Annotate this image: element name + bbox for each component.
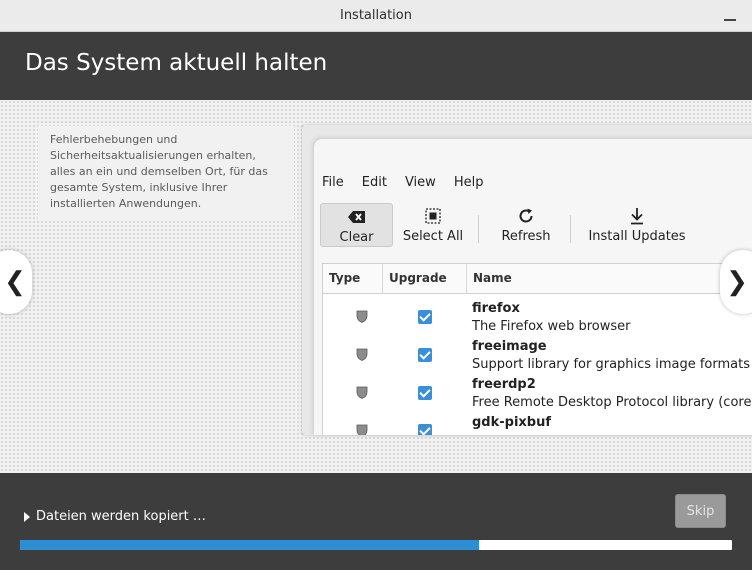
- installer-footer: Dateien werden kopiert … Skip: [0, 473, 752, 570]
- upgrade-checkbox: [418, 348, 432, 362]
- clear-button: Clear: [320, 203, 393, 247]
- menu-edit: Edit: [361, 175, 387, 190]
- table-row: firefox The Firefox web browser: [323, 296, 752, 334]
- download-icon: [629, 207, 645, 225]
- minimize-button[interactable]: [722, 7, 738, 23]
- menu-file: File: [322, 175, 344, 190]
- menu-view: View: [404, 175, 436, 190]
- package-name: gdk-pixbuf: [472, 415, 552, 430]
- shield-icon: [356, 310, 368, 323]
- refresh-icon: [517, 207, 535, 225]
- toolbar: Clear Select All Refresh Install Updates: [314, 203, 752, 249]
- table-row: freeimage Support library for graphics i…: [323, 334, 752, 372]
- chevron-left-icon: ❮: [4, 267, 26, 297]
- skip-button[interactable]: Skip: [675, 494, 726, 528]
- shield-icon: [356, 348, 368, 361]
- column-upgrade: Upgrade: [383, 264, 467, 294]
- menu-bar: File Edit View Help: [314, 175, 493, 195]
- column-name: Name: [473, 271, 512, 285]
- shield-icon: [356, 424, 368, 435]
- clear-label: Clear: [339, 230, 374, 245]
- slide-description: Fehlerbehebungen und Sicherheitsaktualis…: [38, 126, 294, 220]
- package-name: freeimage: [472, 339, 547, 354]
- package-description: Support library for graphics image forma…: [472, 357, 752, 372]
- refresh-button: Refresh: [491, 203, 561, 247]
- menu-help: Help: [453, 175, 484, 190]
- update-manager-window: File Edit View Help Clear Select All Ref…: [314, 139, 752, 435]
- toolbar-separator: [570, 215, 571, 243]
- upgrade-checkbox: [418, 424, 432, 435]
- status-expander[interactable]: Dateien werden kopiert …: [24, 509, 206, 524]
- install-updates-label: Install Updates: [588, 229, 686, 244]
- package-name: firefox: [472, 301, 520, 316]
- table-row: freerdp2 Free Remote Desktop Protocol li…: [323, 372, 752, 410]
- refresh-label: Refresh: [501, 229, 551, 244]
- table-header: Type Upgrade Name: [323, 264, 752, 294]
- upgrade-checkbox: [418, 386, 432, 400]
- progress-fill: [20, 540, 480, 550]
- page-header: Das System aktuell halten: [0, 32, 752, 100]
- column-type: Type: [323, 264, 383, 294]
- title-bar: Installation: [0, 0, 752, 32]
- backspace-icon: [347, 208, 366, 226]
- package-description: The Firefox web browser: [472, 319, 631, 334]
- page-title: Das System aktuell halten: [25, 50, 328, 76]
- shield-icon: [356, 386, 368, 399]
- chevron-right-icon: ❯: [726, 267, 748, 297]
- package-name: freerdp2: [472, 377, 536, 392]
- window-title: Installation: [339, 8, 412, 23]
- upgrade-checkbox: [418, 310, 432, 324]
- table-row: gdk-pixbuf: [323, 410, 752, 435]
- package-description: Free Remote Desktop Protocol library (co…: [472, 395, 752, 410]
- select-all-icon: [425, 207, 441, 225]
- install-updates-button: Install Updates: [582, 203, 692, 247]
- slideshow-area: Fehlerbehebungen und Sicherheitsaktualis…: [0, 100, 752, 473]
- toolbar-separator: [478, 215, 479, 243]
- status-text: Dateien werden kopiert …: [36, 509, 206, 524]
- select-all-label: Select All: [402, 229, 464, 244]
- next-slide-button[interactable]: ❯: [720, 250, 752, 314]
- previous-slide-button[interactable]: ❮: [0, 250, 32, 314]
- slide-screenshot: File Edit View Help Clear Select All Ref…: [302, 125, 752, 435]
- progress-bar: [20, 540, 732, 550]
- select-all-button: Select All: [398, 203, 468, 247]
- expander-arrow-icon: [24, 511, 30, 522]
- updates-table: Type Upgrade Name firefox The Firefox we…: [322, 263, 752, 435]
